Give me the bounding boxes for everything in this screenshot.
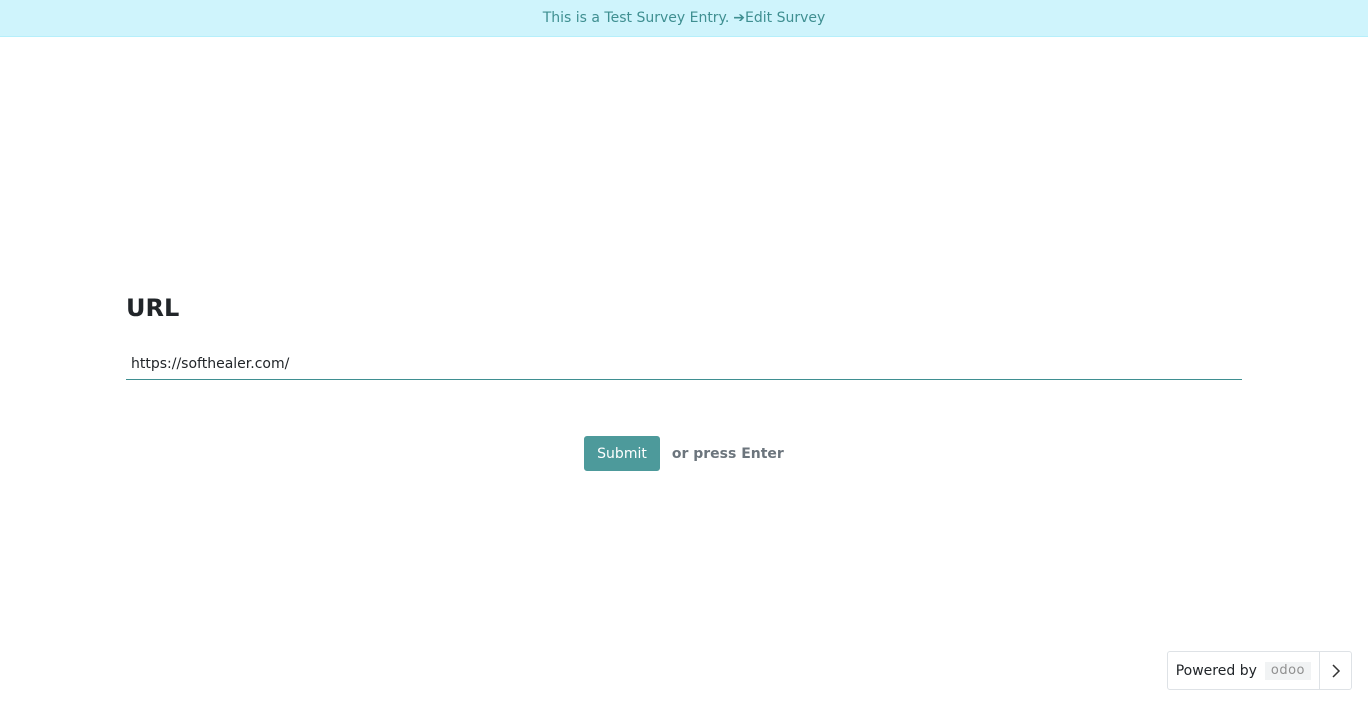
question-title: URL [126, 294, 180, 322]
odoo-logo-text: odoo [1270, 663, 1305, 678]
footer-toggle-button[interactable] [1319, 652, 1351, 689]
chevron-right-icon [1331, 663, 1340, 678]
powered-by-widget: Powered by odoo [1166, 651, 1352, 690]
edit-survey-label: Edit Survey [745, 10, 826, 26]
press-enter-hint: or press Enter [671, 445, 784, 462]
odoo-logo: odoo [1264, 661, 1311, 680]
powered-by-label: Powered by [1175, 662, 1257, 679]
powered-by-label-group: Powered by odoo [1168, 652, 1319, 689]
submit-button[interactable]: Submit [584, 436, 660, 471]
submit-row: Submit or press Enter [0, 436, 1368, 471]
banner-text: This is a Test Survey Entry. [542, 10, 730, 26]
test-entry-banner: This is a Test Survey Entry. ➔Edit Surve… [0, 0, 1368, 37]
url-answer-input[interactable] [126, 349, 1242, 380]
arrow-right-icon: ➔ [733, 10, 746, 26]
edit-survey-link[interactable]: ➔Edit Survey [729, 10, 825, 26]
